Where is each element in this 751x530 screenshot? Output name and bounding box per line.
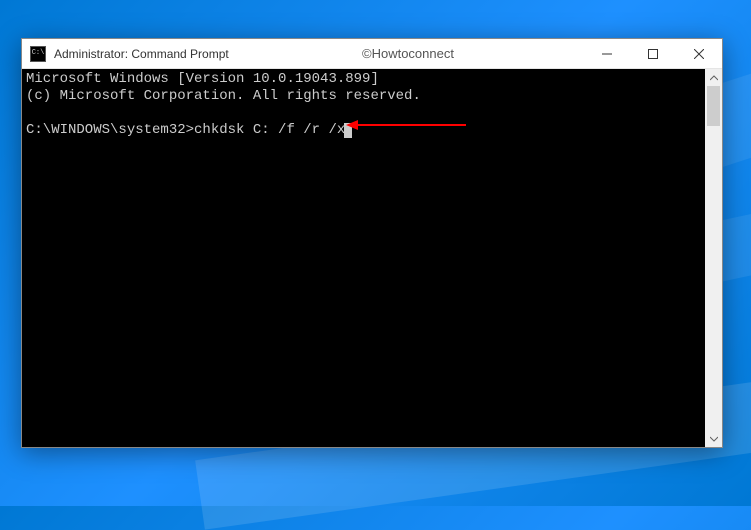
watermark-text: ©Howtoconnect xyxy=(362,46,454,61)
close-icon xyxy=(694,49,704,59)
output-line: (c) Microsoft Corporation. All rights re… xyxy=(26,88,421,104)
window-controls xyxy=(584,39,722,69)
maximize-icon xyxy=(648,49,658,59)
cmd-icon: C:\ xyxy=(30,46,46,62)
command-prompt-window: C:\ Administrator: Command Prompt ©Howto… xyxy=(21,38,723,448)
titlebar[interactable]: C:\ Administrator: Command Prompt ©Howto… xyxy=(22,39,722,69)
scroll-track[interactable] xyxy=(705,86,722,430)
vertical-scrollbar[interactable] xyxy=(705,69,722,447)
cursor-icon xyxy=(344,123,352,138)
prompt-text: C:\WINDOWS\system32> xyxy=(26,122,194,138)
terminal-area: Microsoft Windows [Version 10.0.19043.89… xyxy=(22,69,722,447)
chevron-down-icon xyxy=(710,436,718,442)
maximize-button[interactable] xyxy=(630,39,676,69)
minimize-icon xyxy=(602,49,612,59)
scroll-up-button[interactable] xyxy=(705,69,722,86)
output-line: Microsoft Windows [Version 10.0.19043.89… xyxy=(26,71,379,87)
terminal-output[interactable]: Microsoft Windows [Version 10.0.19043.89… xyxy=(22,69,705,447)
close-button[interactable] xyxy=(676,39,722,69)
command-text: chkdsk C: /f /r /x xyxy=(194,122,345,138)
scroll-down-button[interactable] xyxy=(705,430,722,447)
scroll-thumb[interactable] xyxy=(707,86,720,126)
minimize-button[interactable] xyxy=(584,39,630,69)
window-title: Administrator: Command Prompt xyxy=(54,47,229,61)
chevron-up-icon xyxy=(710,75,718,81)
